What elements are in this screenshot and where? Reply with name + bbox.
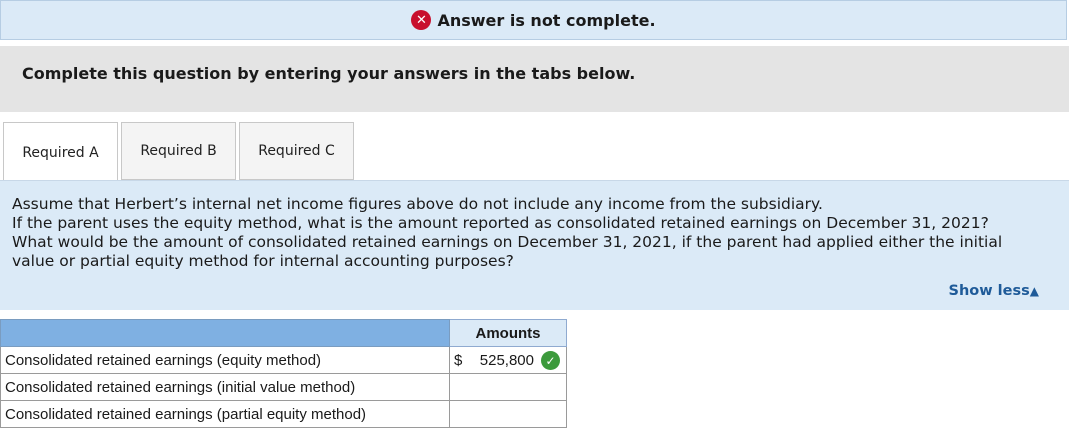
tab-label: Required A bbox=[22, 144, 99, 161]
amount-value: 525,800 bbox=[479, 352, 534, 369]
table-row: Consolidated retained earnings (partial … bbox=[0, 400, 567, 428]
amount-input-cell[interactable]: $ 525,800 ✓ bbox=[449, 346, 567, 374]
currency-symbol: $ bbox=[454, 352, 463, 369]
question-text: Assume that Herbert’s internal net incom… bbox=[12, 195, 1062, 271]
table-row: Consolidated retained earnings (equity m… bbox=[0, 346, 567, 374]
row-label: Consolidated retained earnings (initial … bbox=[0, 373, 450, 401]
tab-required-a[interactable]: Required A bbox=[3, 122, 118, 182]
check-icon: ✓ bbox=[541, 351, 560, 370]
header-amounts: Amounts bbox=[449, 319, 567, 347]
instruction-panel: Complete this question by entering your … bbox=[0, 46, 1069, 112]
show-less-link[interactable]: Show less▲ bbox=[949, 283, 1039, 299]
amount-input-cell[interactable] bbox=[449, 373, 567, 401]
row-label: Consolidated retained earnings (equity m… bbox=[0, 346, 450, 374]
row-label: Consolidated retained earnings (partial … bbox=[0, 400, 450, 428]
tab-required-c[interactable]: Required C bbox=[239, 122, 354, 180]
question-line: Assume that Herbert’s internal net incom… bbox=[12, 195, 823, 213]
tab-label: Required C bbox=[258, 143, 335, 159]
question-line: value or partial equity method for inter… bbox=[12, 252, 514, 270]
amount-input-cell[interactable] bbox=[449, 400, 567, 428]
error-x-icon: ✕ bbox=[411, 10, 432, 30]
tab-required-b[interactable]: Required B bbox=[121, 122, 236, 180]
header-blank-cell bbox=[0, 319, 450, 347]
tab-label: Required B bbox=[140, 143, 217, 159]
show-less-label: Show less bbox=[948, 283, 1030, 299]
question-panel: Assume that Herbert’s internal net incom… bbox=[0, 180, 1069, 310]
status-text: Answer is not complete. bbox=[437, 10, 656, 30]
table-row: Consolidated retained earnings (initial … bbox=[0, 373, 567, 401]
instruction-text: Complete this question by entering your … bbox=[22, 64, 636, 83]
question-line: What would be the amount of consolidated… bbox=[12, 233, 1003, 251]
question-line: If the parent uses the equity method, wh… bbox=[12, 214, 989, 232]
answer-status-banner: ✕ Answer is not complete. bbox=[0, 0, 1067, 40]
table-header-row: Amounts bbox=[0, 319, 567, 347]
answer-table: Amounts Consolidated retained earnings (… bbox=[0, 319, 567, 428]
triangle-up-icon: ▲ bbox=[1029, 284, 1039, 298]
